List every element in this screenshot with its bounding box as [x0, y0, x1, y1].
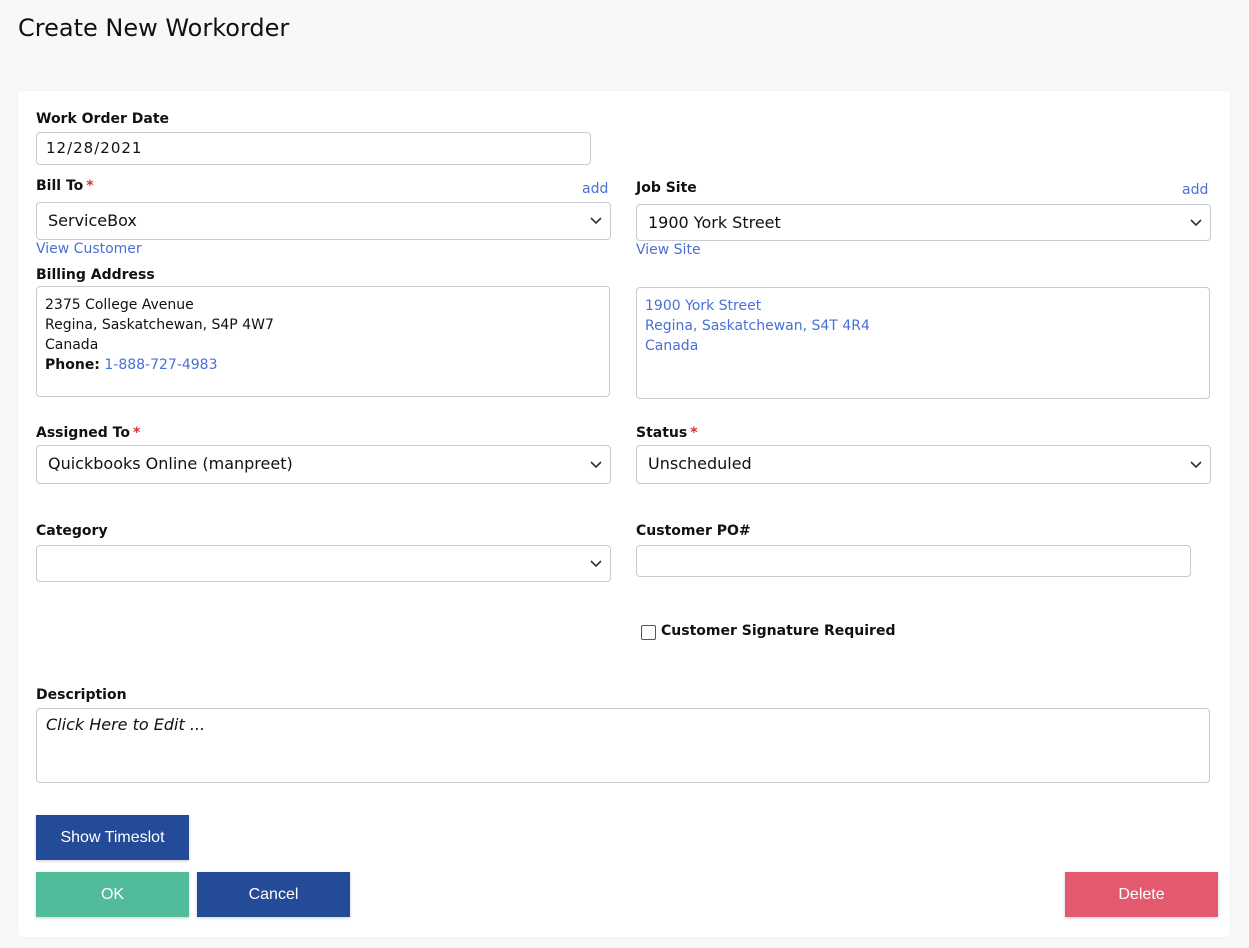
- phone-label: Phone:: [45, 357, 100, 373]
- ok-button[interactable]: OK: [36, 872, 189, 917]
- job-site-label: Job Site: [636, 180, 697, 196]
- work-order-date-label: Work Order Date: [36, 111, 169, 127]
- view-site-link[interactable]: View Site: [636, 242, 701, 258]
- description-editor[interactable]: Click Here to Edit ...: [36, 708, 1210, 783]
- required-marker: *: [133, 425, 141, 441]
- show-timeslot-button[interactable]: Show Timeslot: [36, 815, 189, 860]
- signature-label: Customer Signature Required: [661, 623, 896, 639]
- assigned-to-selected-value: Quickbooks Online (manpreet): [48, 454, 293, 473]
- billing-address-line2: Regina, Saskatchewan, S4P 4W7: [45, 317, 274, 333]
- chevron-down-icon: [590, 217, 602, 225]
- signature-checkbox[interactable]: [641, 625, 656, 640]
- billing-address-label: Billing Address: [36, 267, 155, 283]
- required-marker: *: [86, 178, 94, 194]
- status-label: Status *: [636, 425, 698, 441]
- status-label-text: Status: [636, 425, 688, 441]
- job-site-select[interactable]: 1900 York Street: [636, 204, 1211, 241]
- assigned-to-label-text: Assigned To: [36, 425, 130, 441]
- billing-address-line3: Canada: [45, 337, 99, 353]
- billing-phone-row: Phone: 1-888-727-4983: [45, 355, 609, 375]
- bill-to-label: Bill To *: [36, 178, 94, 194]
- bill-to-add-link[interactable]: add: [582, 181, 608, 197]
- delete-button[interactable]: Delete: [1065, 872, 1218, 917]
- required-marker: *: [690, 425, 698, 441]
- work-order-date-label-text: Work Order Date: [36, 111, 170, 127]
- chevron-down-icon: [1190, 460, 1202, 468]
- view-customer-link[interactable]: View Customer: [36, 241, 142, 257]
- chevron-down-icon: [590, 460, 602, 468]
- chevron-down-icon: [1190, 218, 1202, 226]
- description-label: Description: [36, 687, 127, 703]
- chevron-down-icon: [590, 559, 602, 567]
- category-select[interactable]: [36, 545, 611, 582]
- status-selected-value: Unscheduled: [648, 454, 752, 473]
- site-address-box: 1900 York Street Regina, Saskatchewan, S…: [636, 287, 1210, 399]
- job-site-selected-value: 1900 York Street: [648, 213, 781, 232]
- site-address-line3[interactable]: Canada: [645, 336, 1209, 356]
- cancel-button[interactable]: Cancel: [197, 872, 350, 917]
- work-order-date-input[interactable]: 12/28/2021: [36, 132, 591, 165]
- status-select[interactable]: Unscheduled: [636, 445, 1211, 484]
- page-title: Create New Workorder: [18, 14, 290, 42]
- customer-po-input[interactable]: [636, 545, 1191, 577]
- billing-address-box: 2375 College Avenue Regina, Saskatchewan…: [36, 286, 610, 397]
- bill-to-select[interactable]: ServiceBox: [36, 202, 611, 240]
- phone-link[interactable]: 1-888-727-4983: [104, 357, 217, 373]
- bill-to-selected-value: ServiceBox: [48, 211, 137, 230]
- billing-address-line1: 2375 College Avenue: [45, 297, 194, 313]
- assigned-to-select[interactable]: Quickbooks Online (manpreet): [36, 445, 611, 484]
- workorder-form-card: Work Order Date 12/28/2021 Bill To * add …: [18, 91, 1230, 937]
- site-address-line1[interactable]: 1900 York Street: [645, 296, 1209, 316]
- job-site-add-link[interactable]: add: [1182, 182, 1208, 198]
- bill-to-label-text: Bill To: [36, 178, 84, 194]
- customer-po-label: Customer PO#: [636, 523, 751, 539]
- site-address-line2[interactable]: Regina, Saskatchewan, S4T 4R4: [645, 316, 1209, 336]
- category-label: Category: [36, 523, 108, 539]
- assigned-to-label: Assigned To *: [36, 425, 140, 441]
